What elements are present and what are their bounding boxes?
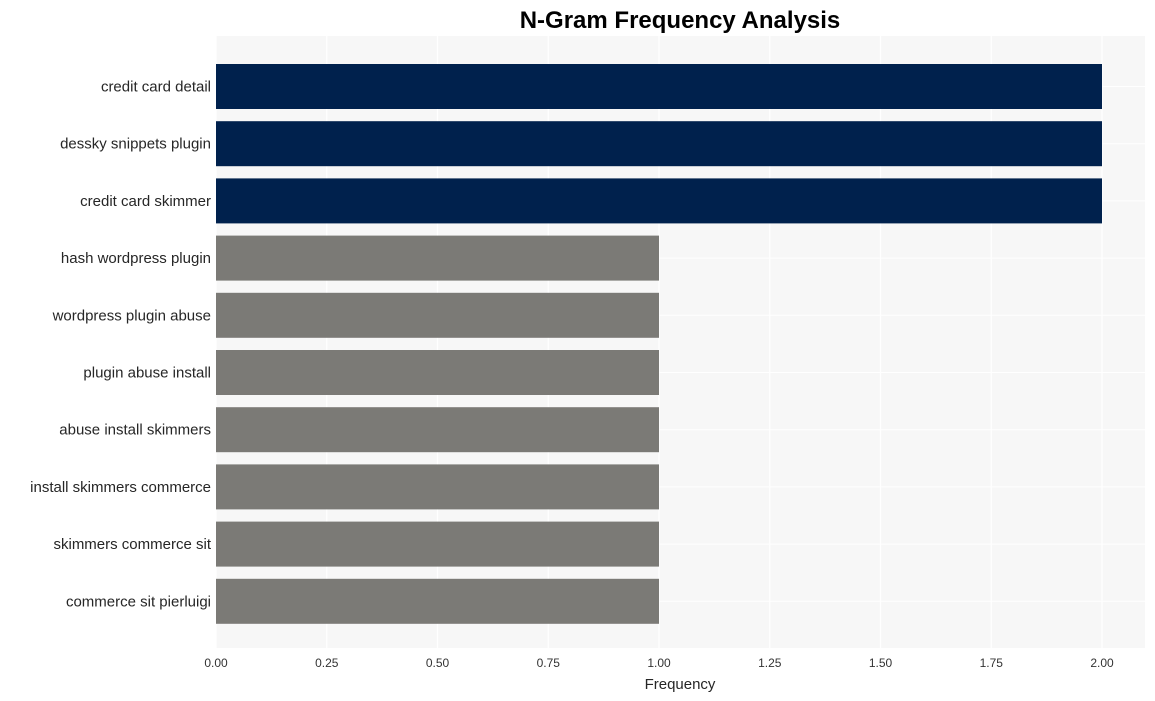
bar xyxy=(216,464,659,510)
x-tick-label: 0.00 xyxy=(204,656,228,670)
bar xyxy=(216,578,659,624)
y-tick-label: credit card detail xyxy=(101,79,211,96)
bar xyxy=(216,235,659,281)
x-tick-label: 1.50 xyxy=(869,656,893,670)
bar xyxy=(216,178,1102,224)
bar xyxy=(216,292,659,338)
x-tick-label: 1.25 xyxy=(758,656,782,670)
y-tick-label: hash wordpress plugin xyxy=(61,250,211,267)
bar xyxy=(216,121,1102,167)
y-tick-label: wordpress plugin abuse xyxy=(52,307,211,324)
y-tick-label: skimmers commerce sit xyxy=(53,536,211,553)
y-tick-label: plugin abuse install xyxy=(83,365,211,382)
x-tick-label: 1.75 xyxy=(980,656,1004,670)
y-tick-label: install skimmers commerce xyxy=(30,479,211,496)
bar xyxy=(216,64,1102,109)
x-tick-label: 2.00 xyxy=(1090,656,1114,670)
x-axis-label: Frequency xyxy=(645,676,716,693)
y-tick-label: credit card skimmer xyxy=(80,193,211,210)
ngram-bar-chart: credit card detail dessky snippets plugin… xyxy=(30,7,1145,693)
bar xyxy=(216,407,659,453)
y-tick-label: commerce sit pierluigi xyxy=(66,593,211,610)
y-axis-labels: credit card detail dessky snippets plugin… xyxy=(30,79,212,611)
y-tick-label: dessky snippets plugin xyxy=(60,136,211,153)
x-tick-label: 0.25 xyxy=(315,656,339,670)
bar xyxy=(216,350,659,395)
x-tick-label: 1.00 xyxy=(647,656,671,670)
bar xyxy=(216,521,659,567)
x-tick-label: 0.50 xyxy=(426,656,450,670)
x-axis-ticks: 0.00 0.25 0.50 0.75 1.00 1.25 1.50 1.75 2.00 xyxy=(204,656,1114,670)
chart-title: N-Gram Frequency Analysis xyxy=(520,7,841,34)
y-tick-label: abuse install skimmers xyxy=(59,422,211,439)
x-tick-label: 0.75 xyxy=(537,656,561,670)
